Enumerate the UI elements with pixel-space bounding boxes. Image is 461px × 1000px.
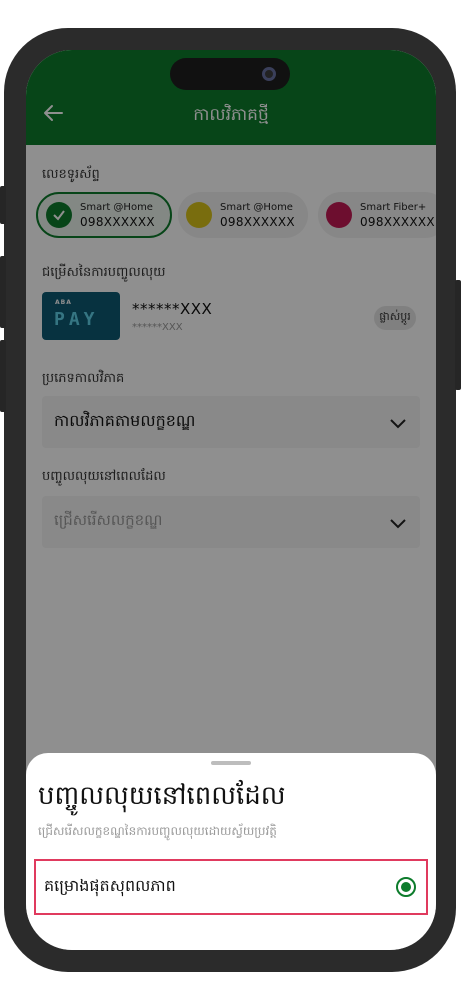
camera-icon — [262, 67, 276, 81]
phone-side-button — [0, 186, 6, 224]
bottom-sheet: បញ្ចូលលុយនៅពេលដែល ជ្រើសរើសលក្ខខណ្ឌនៃការប… — [26, 753, 436, 950]
sheet-drag-handle[interactable] — [211, 761, 251, 765]
phone-screen: កាលវិភាគថ្មី លេខទូរស័ព្ទ Smart @Home 098… — [26, 50, 436, 950]
sheet-title: បញ្ចូលលុយនៅពេលដែល — [38, 781, 286, 811]
sheet-subtitle: ជ្រើសរើសលក្ខខណ្ឌនៃការបញ្ចូលលុយដោយស្វ័យប្… — [38, 824, 277, 838]
option-label: គម្រោងផុតសុពលភាព — [44, 876, 176, 895]
radio-selected-icon[interactable] — [396, 877, 416, 897]
option-expiry[interactable]: គម្រោងផុតសុពលភាព — [34, 859, 428, 915]
phone-side-button — [0, 256, 6, 328]
dynamic-island — [170, 58, 290, 90]
phone-side-button — [0, 340, 6, 412]
phone-side-button — [455, 280, 461, 390]
